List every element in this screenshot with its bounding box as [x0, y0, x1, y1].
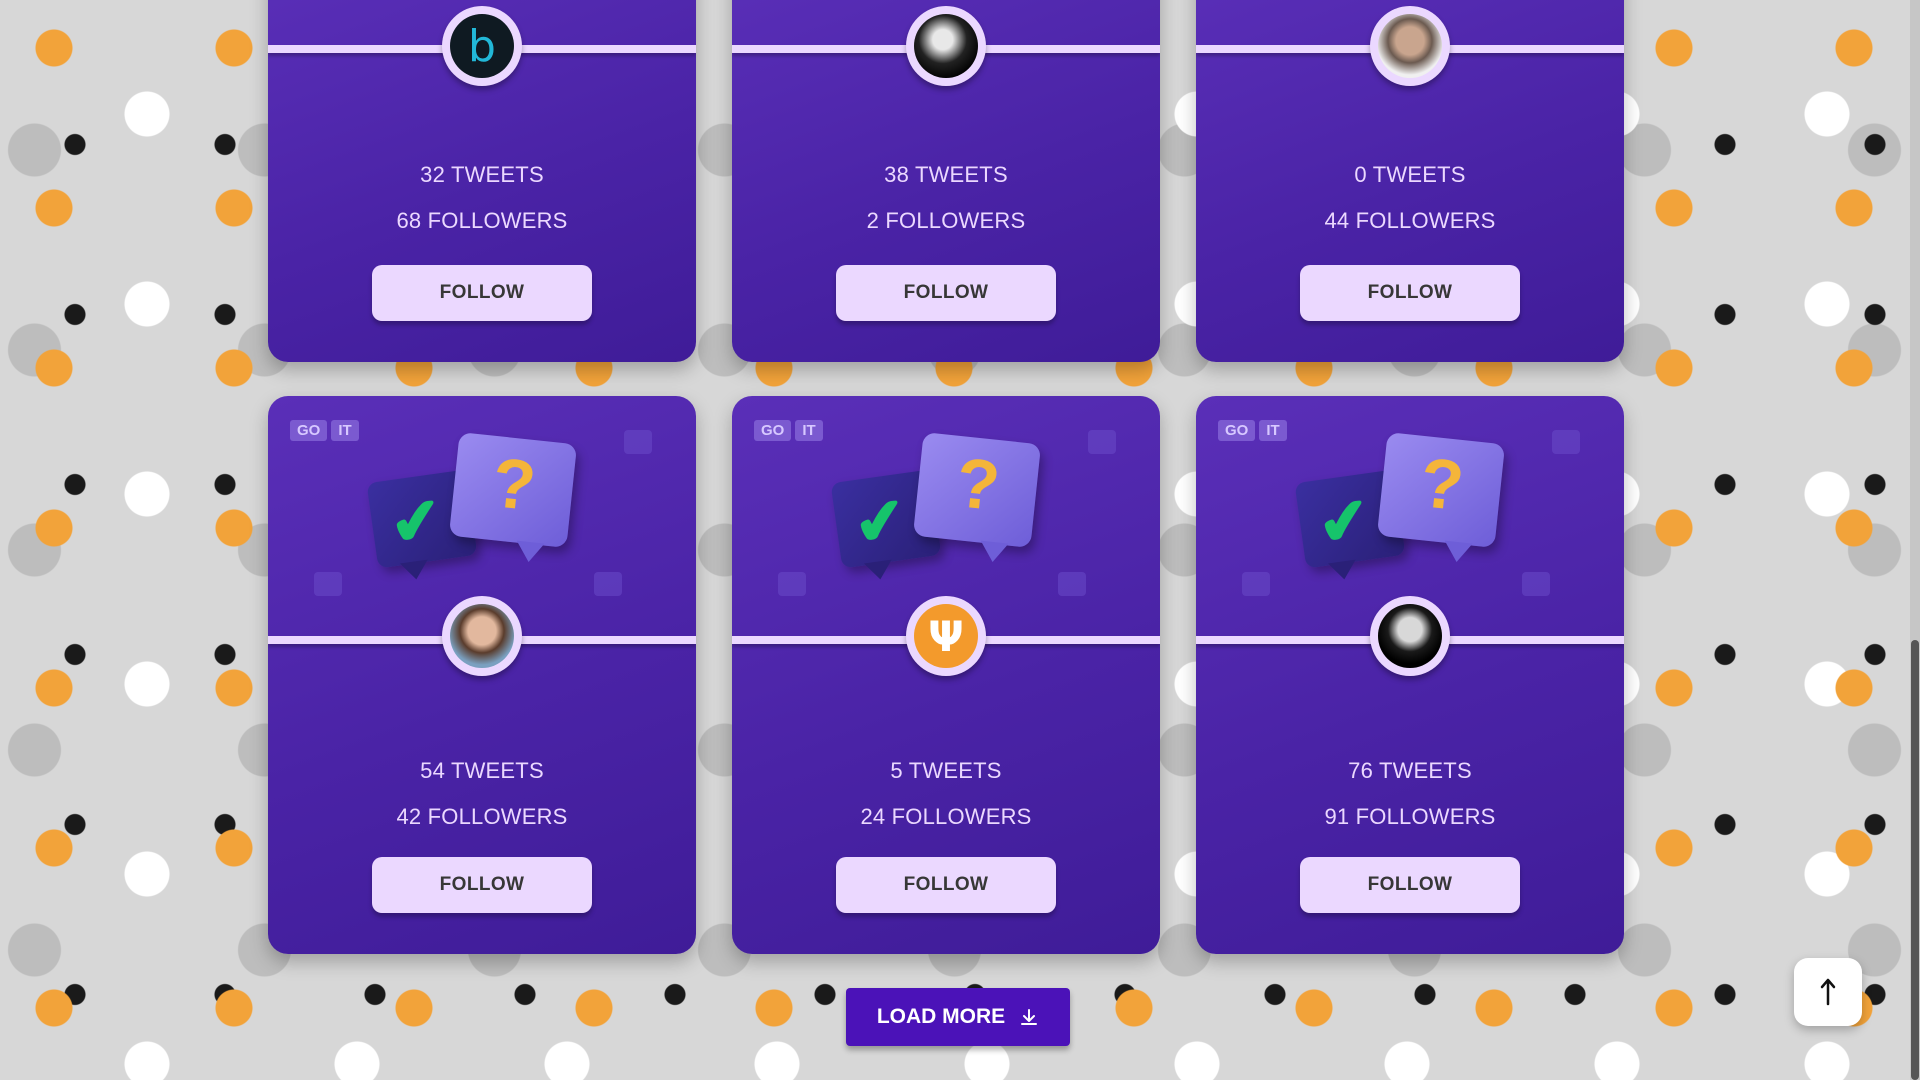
- tweets-count: 32 TWEETS: [420, 162, 544, 187]
- cube-decor-icon: [594, 572, 622, 596]
- cube-decor-icon: [1522, 572, 1550, 596]
- avatar: [1370, 6, 1450, 86]
- user-photo-icon: [1378, 14, 1442, 78]
- user-card: GO IT ✔ ? Ψ 5 TWEETS 24 FOLLOWERS FOLLOW: [732, 396, 1160, 954]
- download-icon: [1021, 1009, 1038, 1025]
- cube-decor-icon: [314, 572, 342, 596]
- avatar: [442, 596, 522, 676]
- followers-count: 44 FOLLOWERS: [1324, 208, 1496, 233]
- load-more-label: LOAD MORE: [876, 1005, 1006, 1028]
- tweets-count: 76 TWEETS: [1348, 758, 1472, 783]
- follow-button[interactable]: FOLLOW: [372, 857, 592, 913]
- bulb-b-logo-icon: b: [450, 14, 514, 78]
- user-card: GO IT ✔ ? 54 TWEETS 42 FOLLOWERS FOLLOW: [268, 396, 696, 954]
- arrow-up-icon: [1820, 978, 1836, 1006]
- tweets-count: 5 TWEETS: [890, 758, 1002, 783]
- goit-logo: GO IT: [754, 420, 823, 441]
- page-scrollbar[interactable]: [1910, 0, 1920, 1080]
- question-bubble-icon: ?: [448, 432, 578, 548]
- cube-decor-icon: [624, 430, 652, 454]
- cube-decor-icon: [1552, 430, 1580, 454]
- user-card: b 32 TWEETS 68 FOLLOWERS FOLLOW: [268, 0, 696, 362]
- tweets-count: 0 TWEETS: [1354, 162, 1466, 187]
- cactus-logo-icon: Ψ: [914, 604, 978, 668]
- follow-button[interactable]: FOLLOW: [836, 857, 1056, 913]
- follow-button[interactable]: FOLLOW: [1300, 265, 1520, 321]
- tweets-page: b 32 TWEETS 68 FOLLOWERS FOLLOW 38 TWEET…: [0, 0, 1920, 1080]
- scroll-top-button[interactable]: [1794, 958, 1862, 1026]
- followers-count: 2 FOLLOWERS: [866, 208, 1026, 233]
- followers-count: 91 FOLLOWERS: [1324, 804, 1496, 829]
- cube-decor-icon: [1088, 430, 1116, 454]
- followers-count: 24 FOLLOWERS: [860, 804, 1032, 829]
- avatar: b: [442, 6, 522, 86]
- scrollbar-thumb[interactable]: [1911, 640, 1919, 1080]
- tweets-count: 54 TWEETS: [420, 758, 544, 783]
- question-bubble-icon: ?: [912, 432, 1042, 548]
- user-card: GO IT ✔ ? 76 TWEETS 91 FOLLOWERS FOLLOW: [1196, 396, 1624, 954]
- tweets-count: 38 TWEETS: [884, 162, 1008, 187]
- user-photo-icon: [1378, 604, 1442, 668]
- followers-count: 68 FOLLOWERS: [396, 208, 568, 233]
- avatar: [906, 6, 986, 86]
- followers-count: 42 FOLLOWERS: [396, 804, 568, 829]
- question-bubble-icon: ?: [1376, 432, 1506, 548]
- load-more-button[interactable]: LOAD MORE: [846, 988, 1070, 1046]
- user-photo-icon: [450, 604, 514, 668]
- follow-button[interactable]: FOLLOW: [1300, 857, 1520, 913]
- avatar: Ψ: [906, 596, 986, 676]
- cube-decor-icon: [1058, 572, 1086, 596]
- follow-button[interactable]: FOLLOW: [372, 265, 592, 321]
- user-photo-icon: [914, 14, 978, 78]
- avatar: [1370, 596, 1450, 676]
- cube-decor-icon: [778, 572, 806, 596]
- user-card: 0 TWEETS 44 FOLLOWERS FOLLOW: [1196, 0, 1624, 362]
- cube-decor-icon: [1242, 572, 1270, 596]
- follow-button[interactable]: FOLLOW: [836, 265, 1056, 321]
- goit-logo: GO IT: [290, 420, 359, 441]
- goit-logo: GO IT: [1218, 420, 1287, 441]
- user-card: 38 TWEETS 2 FOLLOWERS FOLLOW: [732, 0, 1160, 362]
